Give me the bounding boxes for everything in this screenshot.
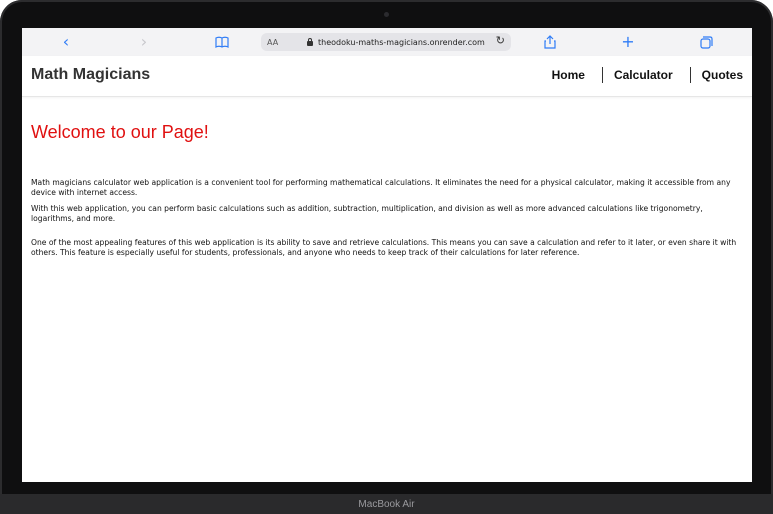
save-paragraph: One of the most appealing features of th… xyxy=(31,238,737,257)
book-icon[interactable] xyxy=(214,32,230,52)
address-bar[interactable]: AA theodoku-maths-magicians.onrender.com… xyxy=(261,33,511,51)
nav-link-quotes[interactable]: Quotes xyxy=(702,68,743,82)
features-paragraph: With this web application, you can perfo… xyxy=(31,204,703,223)
nav-divider xyxy=(601,67,603,83)
nav-link-home[interactable]: Home xyxy=(552,68,585,82)
site-brand[interactable]: Math Magicians xyxy=(31,66,150,84)
nav-divider xyxy=(689,67,691,83)
url-text[interactable]: theodoku-maths-magicians.onrender.com xyxy=(318,38,485,47)
browser-toolbar: ‹ › AA theodoku-maths-magicians.onrender… xyxy=(22,28,752,57)
nav-links: Home Calculator Quotes xyxy=(552,67,743,83)
laptop-base: MacBook Air xyxy=(0,494,773,514)
browser-screen: ‹ › AA theodoku-maths-magicians.onrender… xyxy=(22,28,752,482)
chevron-left-icon[interactable]: ‹ xyxy=(58,32,74,52)
site-navbar: Math Magicians Home Calculator Quotes xyxy=(22,56,752,97)
main-content: Welcome to our Page! Math magicians calc… xyxy=(31,122,743,264)
text-size-button[interactable]: AA xyxy=(267,38,293,47)
plus-icon[interactable]: + xyxy=(620,32,636,52)
share-icon[interactable] xyxy=(542,32,558,52)
device-label: MacBook Air xyxy=(358,498,415,510)
intro-paragraph: Math magicians calculator web applicatio… xyxy=(31,178,731,197)
chevron-right-icon[interactable]: › xyxy=(136,32,152,52)
tabs-icon[interactable] xyxy=(698,32,714,52)
nav-link-calculator[interactable]: Calculator xyxy=(614,68,673,82)
page-title: Welcome to our Page! xyxy=(31,122,209,142)
reload-icon[interactable]: ↻ xyxy=(496,34,505,47)
camera-icon xyxy=(384,12,389,17)
lock-icon xyxy=(307,38,313,46)
